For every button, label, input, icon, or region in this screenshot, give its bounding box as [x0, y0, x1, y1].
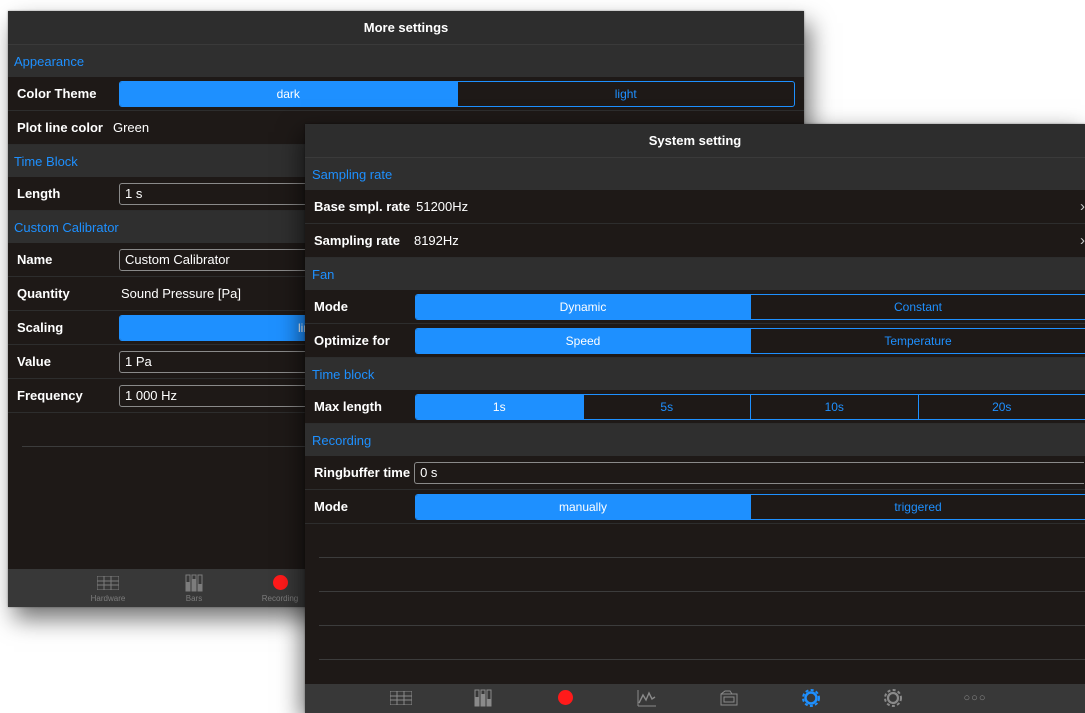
max-length-label: Max length: [314, 399, 382, 414]
tab-bars-label: Bars: [185, 593, 203, 603]
base-sampling-rate-value: 51200Hz: [416, 199, 469, 214]
ringbuffer-time-row: Ringbuffer time 0 s: [305, 456, 1085, 490]
fan-mode-label: Mode: [314, 299, 348, 314]
tab-recording[interactable]: [524, 689, 606, 709]
section-time-block: Time block: [305, 358, 1085, 390]
frequency-input[interactable]: 1 000 Hz: [119, 384, 319, 407]
optimize-for-segmented: Speed Temperature: [415, 327, 1085, 354]
tab-hardware[interactable]: Hardware: [73, 574, 143, 603]
sampling-rate-label: Sampling rate: [314, 233, 400, 248]
name-input[interactable]: Custom Calibrator: [119, 248, 319, 271]
max-length-20s-option[interactable]: 20s: [919, 395, 1085, 419]
tab-hardware[interactable]: [360, 689, 442, 709]
bars-icon: [474, 689, 492, 707]
plot-line-color-value: Green: [112, 120, 150, 135]
color-theme-light-option[interactable]: light: [458, 82, 795, 106]
files-icon: [719, 689, 739, 707]
tab-hardware-label: Hardware: [90, 593, 126, 603]
fan-mode-dynamic-option[interactable]: Dynamic: [416, 294, 751, 319]
length-label: Length: [17, 186, 61, 201]
scaling-segmented: lin: [119, 314, 319, 341]
base-sampling-rate-row[interactable]: Base smpl. rate 51200Hz ›: [305, 190, 1085, 224]
more-settings-title: More settings: [8, 11, 804, 45]
recording-icon: [272, 574, 288, 592]
scaling-lin-option[interactable]: lin: [120, 315, 318, 340]
recording-manually-option[interactable]: manually: [416, 494, 751, 519]
value-label: Value: [17, 354, 51, 369]
color-theme-label: Color Theme: [17, 86, 97, 101]
tab-files[interactable]: [688, 689, 770, 709]
recording-mode-label: Mode: [314, 499, 348, 514]
tab-more[interactable]: ○○○: [934, 689, 1016, 709]
fan-mode-segmented: Dynamic Constant: [415, 293, 1085, 320]
analysis-icon: [637, 689, 657, 707]
system-setting-window: System setting Sampling rate Base smpl. …: [305, 124, 1085, 713]
section-appearance: Appearance: [8, 45, 804, 77]
quantity-label: Quantity: [17, 286, 70, 301]
ringbuffer-time-input[interactable]: 0 s: [414, 461, 1085, 484]
color-theme-row: Color Theme dark light: [8, 77, 804, 111]
section-sampling-rate: Sampling rate: [305, 158, 1085, 190]
gear-icon: [883, 688, 903, 707]
sampling-rate-value: 8192Hz: [413, 233, 459, 248]
recording-triggered-option[interactable]: triggered: [751, 495, 1085, 519]
empty-row: [319, 626, 1085, 660]
scaling-label: Scaling: [17, 320, 64, 335]
section-recording: Recording: [305, 424, 1085, 456]
color-theme-dark-option[interactable]: dark: [120, 81, 458, 106]
settings-icon: [801, 688, 821, 707]
tab-analysis[interactable]: [606, 689, 688, 709]
name-label: Name: [17, 252, 53, 267]
empty-row: [319, 558, 1085, 592]
recording-icon: [557, 689, 573, 707]
quantity-value: Sound Pressure [Pa]: [121, 286, 241, 301]
chevron-right-icon: ›: [1080, 198, 1085, 215]
optimize-temperature-option[interactable]: Temperature: [751, 329, 1085, 353]
tab-more-settings[interactable]: [852, 688, 934, 709]
length-input[interactable]: 1 s: [119, 182, 319, 205]
chevron-right-icon: ›: [1080, 232, 1085, 249]
optimize-speed-option[interactable]: Speed: [416, 328, 751, 353]
more-icon: ○○○: [963, 691, 987, 704]
system-setting-title: System setting: [305, 124, 1085, 158]
section-fan: Fan: [305, 258, 1085, 290]
max-length-5s-option[interactable]: 5s: [584, 394, 751, 419]
max-length-row: Max length 1s 5s 10s 20s: [305, 390, 1085, 424]
max-length-segmented: 1s 5s 10s 20s: [415, 393, 1085, 420]
tab-bars[interactable]: Bars: [159, 574, 229, 603]
empty-row: [319, 524, 1085, 558]
hardware-icon: [390, 689, 412, 707]
color-theme-segmented: dark light: [119, 80, 795, 107]
bars-icon: [185, 574, 203, 592]
plot-line-color-label: Plot line color: [17, 120, 103, 135]
empty-row: [319, 592, 1085, 626]
optimize-for-label: Optimize for: [314, 333, 390, 348]
max-length-10s-option[interactable]: 10s: [751, 394, 919, 419]
tab-recording-label: Recording: [261, 593, 299, 603]
tab-bars[interactable]: [442, 689, 524, 709]
hardware-icon: [97, 574, 119, 592]
recording-mode-row: Mode manually triggered: [305, 490, 1085, 524]
recording-mode-segmented: manually triggered: [415, 493, 1085, 520]
max-length-1s-option[interactable]: 1s: [416, 394, 584, 419]
sampling-rate-row[interactable]: Sampling rate 8192Hz ›: [305, 224, 1085, 258]
optimize-for-row: Optimize for Speed Temperature: [305, 324, 1085, 358]
value-input[interactable]: 1 Pa: [119, 350, 319, 373]
ringbuffer-time-label: Ringbuffer time: [314, 465, 411, 480]
fan-mode-constant-option[interactable]: Constant: [751, 295, 1085, 319]
frequency-label: Frequency: [17, 388, 83, 403]
front-tabbar: ○○○: [305, 684, 1085, 713]
fan-mode-row: Mode Dynamic Constant: [305, 290, 1085, 324]
base-sampling-rate-label: Base smpl. rate: [314, 199, 411, 214]
tab-system-settings[interactable]: [770, 688, 852, 709]
